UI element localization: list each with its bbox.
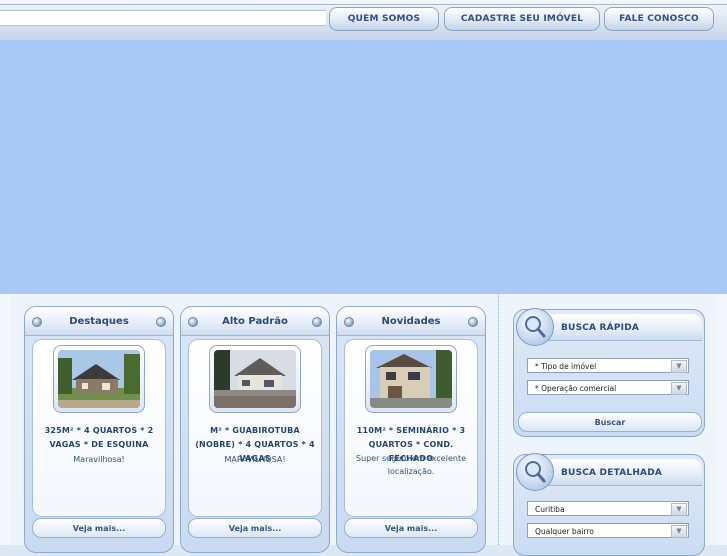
property-photo-frame[interactable] (53, 345, 145, 413)
magnifier-icon (516, 453, 554, 491)
property-photo-frame[interactable] (209, 345, 301, 413)
card-header: Alto Padrão (181, 307, 329, 336)
card-body: 110M² * SEMINÁRIO * 3 QUARTOS * COND. FE… (344, 339, 478, 517)
card-body: 325M² * 4 QUARTOS * 2 VAGAS * DE ESQUINA… (32, 339, 166, 517)
card-header: Destaques (25, 307, 173, 336)
see-more-button[interactable]: Veja mais... (188, 518, 322, 538)
property-photo[interactable] (214, 350, 296, 408)
listing-description: Super seguro em excelente localização. (356, 454, 466, 476)
column-divider (498, 294, 499, 545)
operation-select[interactable]: * Operação comercial ▼ (527, 380, 689, 395)
chevron-down-icon[interactable]: ▼ (671, 503, 687, 516)
contact-button[interactable]: FALE CONOSCO (604, 7, 714, 31)
magnifier-icon (516, 308, 554, 346)
chevron-down-icon[interactable]: ▼ (671, 525, 687, 538)
bolt-icon (32, 317, 42, 327)
card-header: Novidades (337, 307, 485, 336)
neighborhood-select[interactable]: Qualquer bairro ▼ (527, 523, 689, 538)
neighborhood-value: Qualquer bairro (535, 527, 594, 536)
bolt-icon (312, 317, 322, 327)
property-type-value: * Tipo de imóvel (535, 362, 597, 371)
detailed-search-panel: BUSCA DETALHADA Curitiba ▼ Qualquer bair… (513, 453, 705, 556)
nav-track (0, 10, 326, 26)
see-more-button[interactable]: Veja mais... (344, 518, 478, 538)
card-body: M² * GUABIROTUBA (NOBRE) * 4 QUARTOS * 4… (188, 339, 322, 517)
bolt-icon (344, 317, 354, 327)
panel-title: BUSCA DETALHADA (561, 468, 663, 478)
nav-divider (0, 4, 727, 5)
listing-description: Maravilhosa! (73, 455, 125, 464)
city-value: Curitiba (535, 505, 565, 514)
panel-title: BUSCA RÁPIDA (561, 323, 640, 333)
high-end-card: Alto Padrão M² * GUABIROTUBA (NOBRE) * 4… (180, 306, 330, 553)
operation-value: * Operação comercial (535, 384, 617, 393)
see-more-button[interactable]: Veja mais... (32, 518, 166, 538)
about-us-button[interactable]: QUEM SOMOS (329, 7, 439, 31)
chevron-down-icon[interactable]: ▼ (671, 382, 687, 395)
property-photo-frame[interactable] (365, 345, 457, 413)
search-button[interactable]: Buscar (518, 412, 702, 432)
hero-banner (0, 40, 727, 294)
quick-search-panel: BUSCA RÁPIDA * Tipo de imóvel ▼ * Operaç… (513, 308, 705, 437)
property-photo[interactable] (58, 350, 140, 408)
property-photo[interactable] (370, 350, 452, 408)
listing-description: MARAVILHOSA! (224, 455, 286, 464)
city-select[interactable]: Curitiba ▼ (527, 501, 689, 516)
register-property-button[interactable]: CADASTRE SEU IMÓVEL (444, 7, 600, 31)
top-nav-bar: QUEM SOMOS CADASTRE SEU IMÓVEL FALE CONO… (0, 0, 727, 41)
right-gutter (717, 294, 727, 545)
bolt-icon (188, 317, 198, 327)
bolt-icon (156, 317, 166, 327)
chevron-down-icon[interactable]: ▼ (671, 360, 687, 373)
listing-title: 325M² * 4 QUARTOS * 2 VAGAS * DE ESQUINA (44, 426, 154, 449)
bolt-icon (468, 317, 478, 327)
property-type-select[interactable]: * Tipo de imóvel ▼ (527, 358, 689, 373)
left-gutter (0, 294, 10, 545)
news-card: Novidades 110M² * SEMINÁRIO * 3 QUARTOS … (336, 306, 486, 553)
featured-card: Destaques 325M² * 4 QUARTOS * 2 VAGAS * … (24, 306, 174, 553)
